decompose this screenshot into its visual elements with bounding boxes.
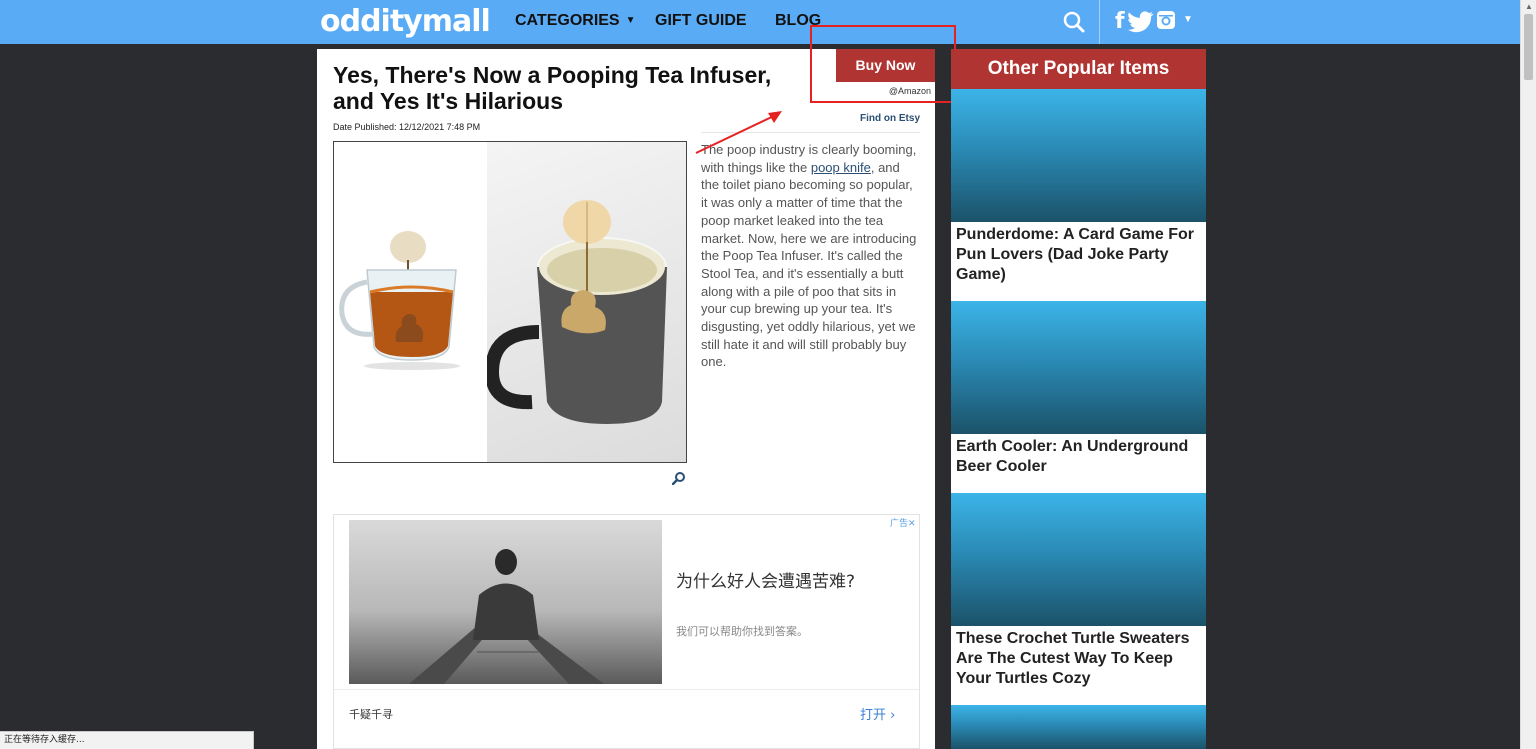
scroll-up-icon[interactable]: ▲	[1525, 2, 1533, 11]
popular-item-title[interactable]: Earth Cooler: An Underground Beer Cooler	[956, 437, 1201, 477]
ad-brand: 千疑千寻	[349, 708, 393, 721]
article-body-text: , and the toilet piano becoming so popul…	[701, 159, 917, 370]
browser-status-bar: 正在等待存入缓存...	[0, 731, 254, 749]
poop-knife-link[interactable]: poop knife	[811, 160, 871, 175]
scrollbar-thumb[interactable]	[1524, 14, 1533, 80]
article-date: Date Published: 12/12/2021 7:48 PM	[333, 122, 481, 132]
nav-categories-label: CATEGORIES	[515, 12, 620, 29]
article-panel: Yes, There's Now a Pooping Tea Infuser, …	[317, 49, 935, 749]
popular-item-card[interactable]	[951, 705, 1206, 749]
product-image-mug	[484, 142, 686, 462]
zoom-icon[interactable]	[672, 471, 686, 485]
popular-item-image[interactable]	[951, 301, 1206, 434]
popular-item-image[interactable]	[951, 493, 1206, 626]
popular-items-sidebar: Other Popular Items Punderdome: A Card G…	[951, 49, 1206, 749]
ad-title[interactable]: 为什么好人会遭遇苦难?	[676, 567, 855, 592]
caret-down-icon: ▼	[625, 15, 636, 26]
popular-item-image[interactable]	[951, 705, 1206, 749]
popular-item-title[interactable]: These Crochet Turtle Sweaters Are The Cu…	[956, 629, 1201, 689]
nav-divider	[1099, 0, 1100, 44]
article-body: The poop industry is clearly booming, wi…	[701, 141, 921, 371]
annotation-highlight-box	[810, 25, 956, 103]
ad-badge[interactable]: 广告✕	[890, 516, 916, 529]
popular-item-card[interactable]: Punderdome: A Card Game For Pun Lovers (…	[951, 89, 1206, 301]
ad-open-button[interactable]: 打开 ›	[860, 704, 895, 723]
nav-categories[interactable]: CATEGORIES ▼	[515, 12, 636, 30]
sidebar-heading: Other Popular Items	[951, 49, 1206, 89]
ad-image[interactable]	[349, 520, 662, 684]
product-image-glass-cup	[334, 142, 487, 462]
find-on-etsy-link[interactable]: Find on Etsy	[837, 113, 920, 124]
product-image[interactable]	[333, 141, 687, 463]
popular-item-image[interactable]	[951, 89, 1206, 222]
page-scrollbar[interactable]: ▲	[1520, 0, 1536, 749]
ad-divider	[334, 689, 919, 690]
ad-banner[interactable]: 广告✕ 为什么好人会遭遇苦难? 我们可以帮助你找到答案。 千疑千寻 打开 ›	[333, 514, 920, 749]
twitter-icon[interactable]	[1128, 11, 1154, 33]
popular-item-card[interactable]: Earth Cooler: An Underground Beer Cooler	[951, 301, 1206, 493]
facebook-icon[interactable]: f	[1115, 9, 1125, 34]
popular-item-card[interactable]: These Crochet Turtle Sweaters Are The Cu…	[951, 493, 1206, 705]
popular-item-title[interactable]: Punderdome: A Card Game For Pun Lovers (…	[956, 225, 1201, 285]
search-icon[interactable]	[1062, 10, 1086, 34]
ad-subtitle: 我们可以帮助你找到答案。	[676, 625, 808, 638]
top-nav-bar: odditymall CATEGORIES ▼ GIFT GUIDE BLOG f…	[0, 0, 1536, 44]
social-caret-icon[interactable]: ▼	[1183, 14, 1193, 25]
site-logo[interactable]: odditymall	[320, 4, 491, 39]
nav-gift-guide[interactable]: GIFT GUIDE	[655, 12, 747, 30]
annotation-arrow-icon	[695, 111, 782, 154]
instagram-icon[interactable]	[1156, 10, 1176, 30]
